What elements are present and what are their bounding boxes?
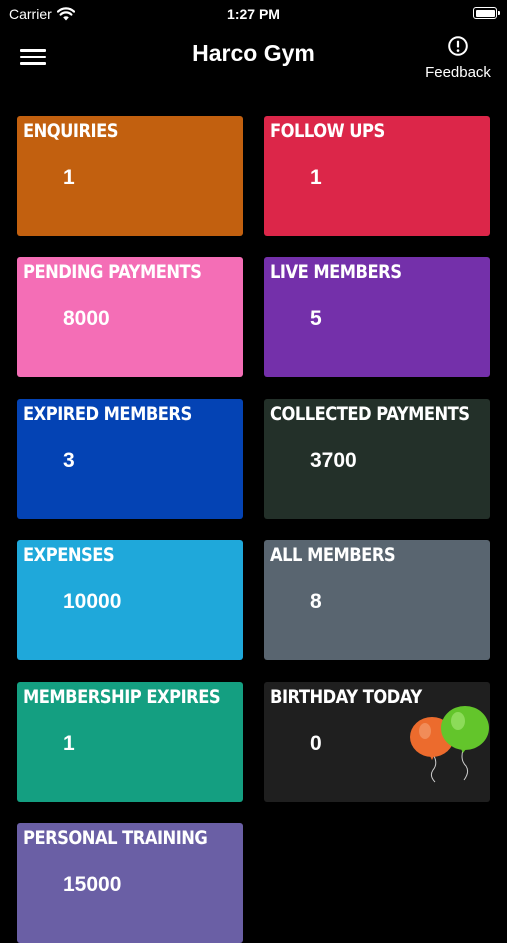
tile-value: 15000	[63, 873, 122, 896]
balloons-icon	[410, 706, 489, 783]
tile-label: PERSONAL TRAINING	[23, 827, 208, 849]
status-bar: Carrier 1:27 PM	[0, 0, 507, 28]
tile-label: EXPENSES	[23, 544, 115, 566]
tile-membership-expires[interactable]: MEMBERSHIP EXPIRES 1	[17, 682, 243, 802]
tile-label: BIRTHDAY TODAY	[270, 686, 422, 708]
tile-label: LIVE MEMBERS	[270, 261, 402, 283]
tile-live-members[interactable]: LIVE MEMBERS 5	[264, 257, 490, 377]
tile-label: MEMBERSHIP EXPIRES	[23, 686, 221, 708]
tile-expenses[interactable]: EXPENSES 10000	[17, 540, 243, 660]
status-time: 1:27 PM	[227, 6, 280, 22]
tile-value: 3	[63, 449, 75, 472]
tile-value: 5	[310, 307, 322, 330]
tile-value: 1	[63, 732, 75, 755]
nav-bar: Harco Gym Feedback	[0, 28, 507, 88]
tile-value: 8	[310, 590, 322, 613]
tile-value: 3700	[310, 449, 357, 472]
tile-expired-members[interactable]: EXPIRED MEMBERS 3	[17, 399, 243, 519]
tile-value: 0	[310, 732, 322, 755]
tile-value: 10000	[63, 590, 122, 613]
tile-value: 8000	[63, 307, 110, 330]
exclamation-circle-icon	[448, 36, 468, 56]
tile-value: 1	[310, 166, 322, 189]
tile-label: ALL MEMBERS	[270, 544, 396, 566]
tile-personal-training[interactable]: PERSONAL TRAINING 15000	[17, 823, 243, 943]
tile-value: 1	[63, 166, 75, 189]
tile-enquiries[interactable]: ENQUIRIES 1	[17, 116, 243, 236]
feedback-label: Feedback	[425, 64, 491, 81]
tile-label: FOLLOW UPS	[270, 120, 385, 142]
tile-follow-ups[interactable]: FOLLOW UPS 1	[264, 116, 490, 236]
tile-birthday-today[interactable]: BIRTHDAY TODAY 0	[264, 682, 490, 802]
battery-icon	[473, 7, 500, 19]
tile-label: ENQUIRIES	[23, 120, 119, 142]
tile-all-members[interactable]: ALL MEMBERS 8	[264, 540, 490, 660]
tile-label: COLLECTED PAYMENTS	[270, 403, 470, 425]
tile-pending-payments[interactable]: PENDING PAYMENTS 8000	[17, 257, 243, 377]
tile-label: EXPIRED MEMBERS	[23, 403, 192, 425]
feedback-button[interactable]: Feedback	[421, 36, 495, 81]
tile-label: PENDING PAYMENTS	[23, 261, 202, 283]
tile-collected-payments[interactable]: COLLECTED PAYMENTS 3700	[264, 399, 490, 519]
